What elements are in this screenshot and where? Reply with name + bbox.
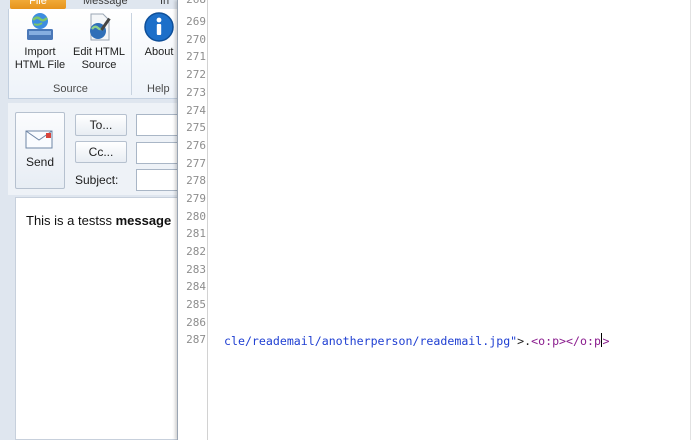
group-label-help: Help: [147, 83, 170, 95]
line-number: 269: [186, 15, 206, 28]
edit-html-source-button[interactable]: Edit HTML Source: [69, 11, 129, 72]
body-text-plain: This is a testss: [26, 213, 116, 228]
line-number: 270: [186, 33, 206, 46]
line-number: 281: [186, 227, 206, 240]
about-label: About: [144, 46, 174, 58]
group-label-source: Source: [53, 83, 88, 95]
line-number: 278: [186, 174, 206, 187]
code-close-tag-end: >: [602, 334, 610, 348]
message-body-editor[interactable]: This is a testss message: [15, 197, 180, 440]
line-number: 286: [186, 316, 206, 329]
line-number-gutter: 268 269 270 271 272 273 274 275 276 277 …: [178, 0, 208, 440]
info-icon: [144, 12, 174, 42]
line-number: 275: [186, 121, 206, 134]
import-html-file-label: Import HTML File: [14, 46, 66, 71]
subject-input[interactable]: [136, 169, 180, 191]
line-number: 282: [186, 245, 206, 258]
subject-label: Subject:: [75, 173, 119, 187]
edit-html-source-label: Edit HTML Source: [73, 46, 125, 71]
line-number: 277: [186, 157, 206, 170]
line-number: 285: [186, 298, 206, 311]
line-number: 274: [186, 104, 206, 117]
code-text: >.: [517, 334, 532, 348]
to-input[interactable]: [136, 114, 180, 136]
ribbon-group-separator: [131, 13, 132, 95]
code-open-tag: <o:p>: [531, 334, 567, 348]
line-number: 272: [186, 68, 206, 81]
line-number: 287: [186, 333, 206, 346]
code-line[interactable]: cle/reademail/anotherperson/reademail.jp…: [224, 333, 609, 350]
line-number: 279: [186, 192, 206, 205]
cc-input[interactable]: [136, 142, 180, 164]
editor-scrollbar[interactable]: [690, 0, 700, 440]
to-button[interactable]: To...: [75, 114, 127, 136]
ribbon: Import HTML File Edit HTML Source About …: [8, 9, 180, 99]
code-close-tag: </o:p: [566, 334, 601, 348]
tab-file[interactable]: File: [10, 0, 66, 9]
ribbon-tab-bar: File Message In: [0, 0, 180, 9]
line-number: 284: [186, 280, 206, 293]
html-source-editor[interactable]: 268 269 270 271 272 273 274 275 276 277 …: [177, 0, 700, 440]
send-label: Send: [25, 155, 55, 169]
line-number: 276: [186, 139, 206, 152]
import-html-file-button[interactable]: Import HTML File: [11, 11, 69, 72]
send-mail-icon: [25, 130, 53, 149]
about-button[interactable]: About: [137, 11, 181, 59]
line-number: 273: [186, 86, 206, 99]
message-header-panel: Send To... Cc... Subject:: [8, 103, 180, 195]
line-number: 283: [186, 263, 206, 276]
outlook-compose-window: File Message In Import HTML File Edit HT…: [0, 0, 180, 440]
tab-insert[interactable]: In: [160, 0, 169, 9]
line-number: 268: [180, 0, 206, 9]
message-body-text: This is a testss message: [26, 213, 171, 228]
tab-message[interactable]: Message: [83, 0, 128, 9]
edit-html-icon: [90, 13, 111, 41]
import-html-icon: [27, 13, 53, 40]
body-text-bold: message: [115, 213, 172, 228]
line-number: 271: [186, 50, 206, 63]
code-attribute-string: cle/reademail/anotherperson/reademail.jp…: [224, 334, 518, 348]
send-button[interactable]: Send: [15, 112, 65, 189]
cc-button[interactable]: Cc...: [75, 141, 127, 163]
line-number: 280: [186, 210, 206, 223]
